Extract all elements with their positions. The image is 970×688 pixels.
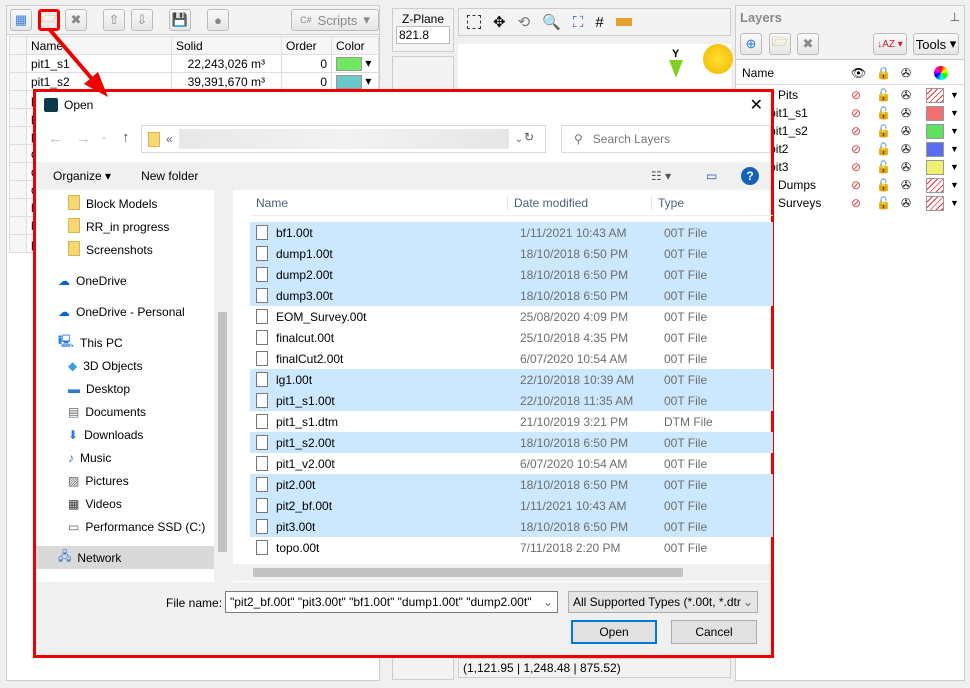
callout-arrow: [48, 28, 108, 97]
